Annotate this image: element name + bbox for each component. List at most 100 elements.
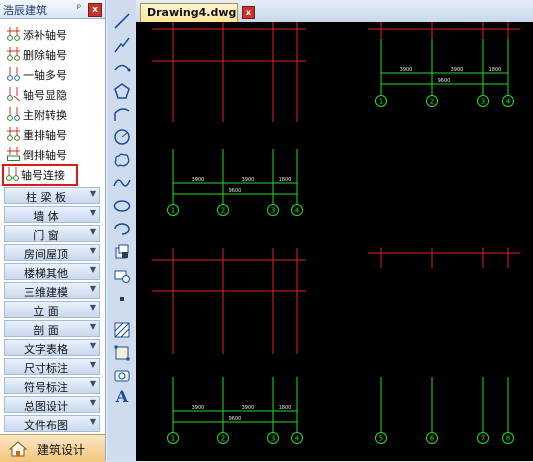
axis-show-hide-icon — [7, 87, 20, 101]
total-dimension-text: 9600 — [438, 78, 451, 84]
dimension-text: 1800 — [279, 177, 292, 183]
axis-label: 3 — [271, 207, 275, 215]
axis-label: 1 — [171, 207, 175, 215]
text-icon[interactable]: A — [113, 388, 131, 406]
axis-label: 2 — [430, 98, 434, 106]
point-icon[interactable] — [113, 290, 131, 308]
category-column-beam-slab[interactable]: 柱 梁 板 ▼ — [4, 187, 100, 204]
axis-label: 4 — [295, 435, 300, 443]
line-icon[interactable] — [113, 12, 131, 30]
document-tab[interactable]: Drawing4.dwg — [140, 3, 238, 22]
category-label: 总图设计 — [24, 400, 68, 413]
category-text-table[interactable]: 文字表格 ▼ — [4, 339, 100, 356]
dropdown-arrow-icon: ▼ — [89, 303, 96, 312]
dimension-text: 1800 — [489, 67, 502, 73]
dimension-text: 3900 — [192, 177, 205, 183]
dimension-text: 1800 — [279, 405, 292, 411]
category-elevation[interactable]: 立 面 ▼ — [4, 301, 100, 318]
axis-label: 1 — [171, 435, 175, 443]
category-3d-modeling[interactable]: 三维建模 ▼ — [4, 282, 100, 299]
document-close-button[interactable]: x — [242, 6, 255, 19]
category-label: 文字表格 — [24, 343, 68, 356]
pin-icon[interactable]: ᵖ — [73, 2, 85, 15]
category-label: 柱 梁 板 — [26, 191, 66, 204]
revision-cloud-icon[interactable] — [113, 151, 131, 169]
dimension-text: 3900 — [400, 67, 413, 73]
insert-block-icon[interactable] — [113, 243, 131, 261]
architecture-panel: 浩辰建筑 ᵖ x 添补轴号 删除轴号 一轴多号 轴号显隐 主附转换 重排轴号 倒… — [0, 0, 106, 462]
architecture-design-tab[interactable]: 建筑设计 — [0, 434, 105, 462]
dropdown-arrow-icon: ▼ — [89, 341, 96, 350]
document-tab-bar: Drawing4.dwg x — [136, 0, 533, 22]
axis-renumber-icon — [7, 127, 20, 141]
polygon-icon[interactable] — [113, 82, 131, 100]
spline-icon[interactable] — [113, 174, 131, 192]
dimension-text: 3900 — [242, 405, 255, 411]
command-label: 重排轴号 — [23, 129, 67, 142]
dimension-text: 3900 — [451, 67, 464, 73]
category-symbol[interactable]: 符号标注 ▼ — [4, 377, 100, 394]
command-reverse-axis[interactable]: 倒排轴号 — [4, 144, 100, 164]
ellipse-icon[interactable] — [113, 197, 131, 215]
category-label: 文件布图 — [24, 419, 68, 432]
axis-connect-icon — [6, 167, 19, 181]
category-label: 尺寸标注 — [24, 362, 68, 375]
command-main-sub-convert[interactable]: 主附转换 — [4, 104, 100, 124]
dropdown-arrow-icon: ▼ — [89, 417, 96, 426]
category-door-window[interactable]: 门 窗 ▼ — [4, 225, 100, 242]
axis-label: 6 — [430, 435, 435, 443]
region-icon[interactable] — [113, 344, 131, 362]
make-block-icon[interactable] — [113, 266, 131, 284]
command-label: 添补轴号 — [23, 29, 67, 42]
drawing-svg: 3900 3900 1800 9600 1 2 3 4 3900 3900 18… — [136, 22, 533, 461]
panel-title: 浩辰建筑 — [3, 4, 47, 17]
axis-label: 7 — [481, 435, 485, 443]
polyline-icon[interactable] — [113, 36, 131, 54]
arc-icon[interactable] — [113, 59, 131, 77]
category-file-layout[interactable]: 文件布图 ▼ — [4, 415, 100, 432]
total-dimension-text: 9600 — [229, 188, 242, 194]
axis-label: 2 — [221, 435, 225, 443]
axis-delete-icon — [7, 47, 20, 61]
drawing-canvas[interactable]: 3900 3900 1800 9600 1 2 3 4 3900 3900 18… — [136, 22, 533, 461]
command-one-axis-multi-number[interactable]: 一轴多号 — [4, 64, 100, 84]
category-label: 剖 面 — [33, 324, 59, 337]
axis-multi-number-icon — [7, 67, 20, 81]
draw-toolbar: A — [106, 0, 136, 461]
dropdown-arrow-icon: ▼ — [89, 246, 96, 255]
ellipse-arc-icon[interactable] — [113, 220, 131, 238]
architecture-design-label: 建筑设计 — [37, 443, 86, 457]
category-wall[interactable]: 墙 体 ▼ — [4, 206, 100, 223]
category-section[interactable]: 剖 面 ▼ — [4, 320, 100, 337]
circle-icon[interactable] — [113, 128, 131, 146]
command-renumber-axis[interactable]: 重排轴号 — [4, 124, 100, 144]
hatch-icon[interactable] — [113, 321, 131, 339]
table-icon[interactable] — [113, 367, 131, 385]
category-dimension[interactable]: 尺寸标注 ▼ — [4, 358, 100, 375]
category-room-roof[interactable]: 房间屋顶 ▼ — [4, 244, 100, 261]
dropdown-arrow-icon: ▼ — [89, 379, 96, 388]
panel-header: 浩辰建筑 ᵖ x — [0, 0, 105, 19]
house-icon — [8, 441, 28, 457]
category-label: 三维建模 — [24, 286, 68, 299]
pline-arc-icon[interactable] — [113, 105, 131, 123]
command-axis-show-hide[interactable]: 轴号显隐 — [4, 84, 100, 104]
command-label: 一轴多号 — [23, 69, 67, 82]
command-delete-axis-number[interactable]: 删除轴号 — [4, 44, 100, 64]
dropdown-arrow-icon: ▼ — [89, 189, 96, 198]
axis-main-sub-convert-icon — [7, 107, 20, 121]
command-connect-axis[interactable]: 轴号连接 — [2, 164, 78, 186]
command-label: 轴号连接 — [21, 169, 65, 182]
axis-label: 4 — [295, 207, 300, 215]
category-stairs-other[interactable]: 楼梯其他 ▼ — [4, 263, 100, 280]
dropdown-arrow-icon: ▼ — [89, 208, 96, 217]
dropdown-arrow-icon: ▼ — [89, 322, 96, 331]
panel-close-button[interactable]: x — [88, 3, 102, 17]
dropdown-arrow-icon: ▼ — [89, 227, 96, 236]
command-label: 删除轴号 — [23, 49, 67, 62]
category-label: 门 窗 — [33, 229, 59, 242]
dropdown-arrow-icon: ▼ — [89, 284, 96, 293]
category-site-plan[interactable]: 总图设计 ▼ — [4, 396, 100, 413]
command-add-axis-number[interactable]: 添补轴号 — [4, 24, 100, 44]
total-dimension-text: 9600 — [229, 416, 242, 422]
